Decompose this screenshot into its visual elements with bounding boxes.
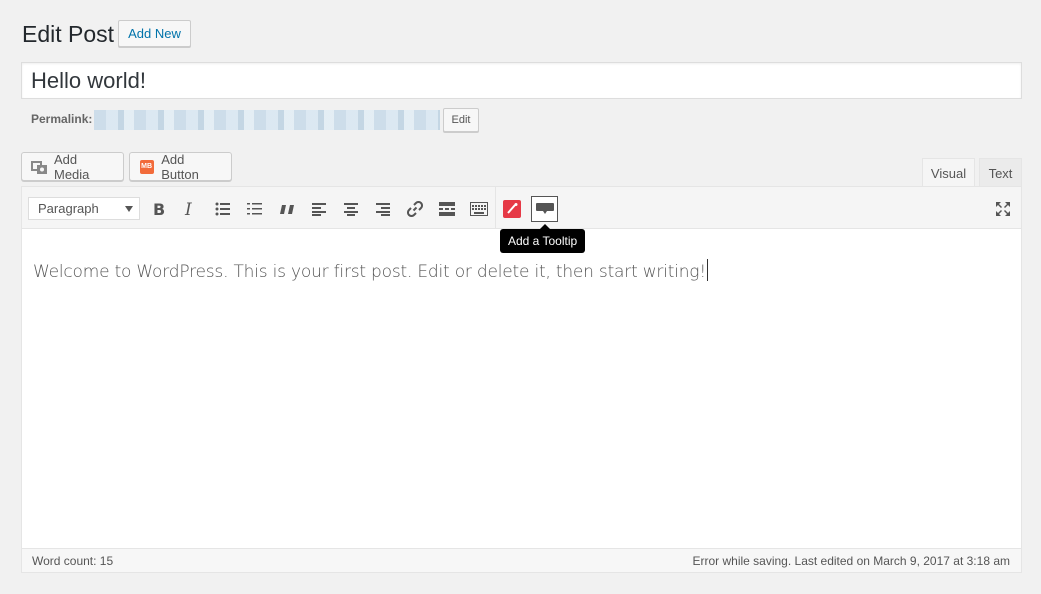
add-tooltip-tooltip: Add a Tooltip bbox=[500, 224, 586, 253]
bold-icon: B bbox=[153, 201, 165, 217]
word-count: Word count: 15 bbox=[32, 554, 114, 568]
svg-text:I: I bbox=[184, 201, 192, 217]
add-new-button[interactable]: Add New bbox=[118, 20, 191, 47]
toolbar-toggle-button[interactable] bbox=[466, 196, 492, 222]
editor-toolbar: Paragraph B I bbox=[22, 187, 1021, 229]
bulleted-list-icon bbox=[215, 202, 230, 216]
format-select-value: Paragraph bbox=[38, 201, 99, 216]
insert-link-button[interactable] bbox=[402, 196, 428, 222]
align-left-button[interactable] bbox=[306, 196, 332, 222]
align-right-button[interactable] bbox=[370, 196, 396, 222]
svg-text:B: B bbox=[153, 201, 165, 217]
add-tooltip-button[interactable] bbox=[531, 196, 558, 222]
permalink-url[interactable] bbox=[94, 110, 440, 130]
blockquote-icon bbox=[280, 205, 294, 214]
text-cursor bbox=[706, 259, 708, 281]
editor-content[interactable]: Welcome to WordPress. This is your first… bbox=[33, 259, 708, 284]
page-title: Edit Post bbox=[22, 21, 115, 47]
italic-button[interactable]: I bbox=[177, 196, 203, 222]
align-center-button[interactable] bbox=[338, 196, 364, 222]
permalink-edit-button[interactable]: Edit bbox=[443, 108, 479, 132]
add-media-label: Add Media bbox=[54, 151, 90, 182]
fullscreen-icon bbox=[996, 202, 1010, 216]
numbered-list-icon bbox=[247, 203, 262, 215]
numbered-list-button[interactable] bbox=[242, 196, 268, 222]
fullscreen-button[interactable] bbox=[990, 196, 1016, 222]
tooltip-plugin-button[interactable] bbox=[499, 196, 525, 222]
link-icon bbox=[407, 201, 423, 217]
bulleted-list-button[interactable] bbox=[210, 196, 236, 222]
blockquote-button[interactable] bbox=[274, 196, 300, 222]
tab-visual[interactable]: Visual bbox=[922, 158, 975, 188]
bold-button[interactable]: B bbox=[146, 196, 172, 222]
align-center-icon bbox=[344, 203, 358, 216]
editor: Paragraph B I Add a Tooltip Welcome to W… bbox=[21, 186, 1022, 573]
add-media-button[interactable]: Add Media bbox=[21, 151, 124, 182]
add-button-button[interactable]: MB Add Button bbox=[129, 151, 232, 182]
italic-icon: I bbox=[184, 201, 192, 217]
mb-badge: MB bbox=[139, 159, 154, 174]
chevron-down-icon bbox=[125, 206, 133, 212]
format-select[interactable]: Paragraph bbox=[28, 197, 140, 220]
add-tooltip-icon bbox=[535, 203, 554, 214]
tooltip-plugin-icon bbox=[503, 200, 521, 218]
read-more-button[interactable] bbox=[434, 196, 460, 222]
tab-text[interactable]: Text bbox=[979, 158, 1022, 187]
add-media-icon bbox=[30, 158, 48, 176]
save-status: Error while saving. Last edited on March… bbox=[692, 554, 1010, 568]
align-right-icon bbox=[376, 203, 390, 216]
add-button-label: Add Button bbox=[161, 151, 199, 182]
mb-plugin-icon: MB bbox=[138, 158, 155, 176]
editor-status-bar: Word count: 15 Error while saving. Last … bbox=[22, 548, 1021, 572]
align-left-icon bbox=[312, 203, 326, 216]
toolbar-separator bbox=[495, 187, 496, 229]
post-title-input[interactable] bbox=[21, 62, 1022, 99]
post-body-text: Welcome to WordPress. This is your first… bbox=[33, 262, 706, 282]
permalink-label: Permalink: bbox=[31, 112, 93, 126]
toolbar-toggle-icon bbox=[470, 202, 488, 216]
read-more-icon bbox=[439, 202, 455, 216]
